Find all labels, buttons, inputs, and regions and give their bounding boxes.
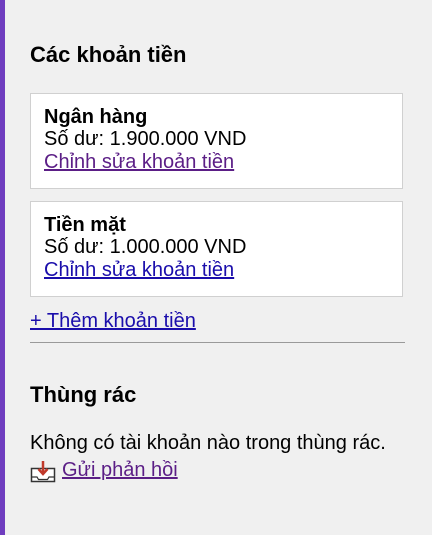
edit-account-link[interactable]: Chỉnh sửa khoản tiền [44,151,234,173]
send-feedback-label: Gửi phản hồi [62,459,178,481]
trash-section-title: Thùng rác [30,382,137,407]
section-divider [30,342,405,343]
account-balance: Số dư: 1.900.000 VND [44,128,247,150]
account-card-cash: Tiền mặt Số dư: 1.000.000 VND Chỉnh sửa … [30,201,403,297]
edit-account-link[interactable]: Chỉnh sửa khoản tiền [44,259,234,281]
feedback-inbox-icon [30,459,56,483]
add-account-link[interactable]: + Thêm khoản tiền [30,309,196,333]
accounts-section-title: Các khoản tiền [30,42,187,67]
send-feedback-link[interactable]: Gửi phản hồi [30,457,178,483]
account-name: Ngân hàng [44,106,148,128]
account-name: Tiền mặt [44,214,126,236]
account-card-bank: Ngân hàng Số dư: 1.900.000 VND Chỉnh sửa… [30,93,403,189]
left-accent-bar [0,0,5,535]
trash-empty-message: Không có tài khoản nào trong thùng rác. [30,432,386,454]
account-balance: Số dư: 1.000.000 VND [44,236,247,258]
